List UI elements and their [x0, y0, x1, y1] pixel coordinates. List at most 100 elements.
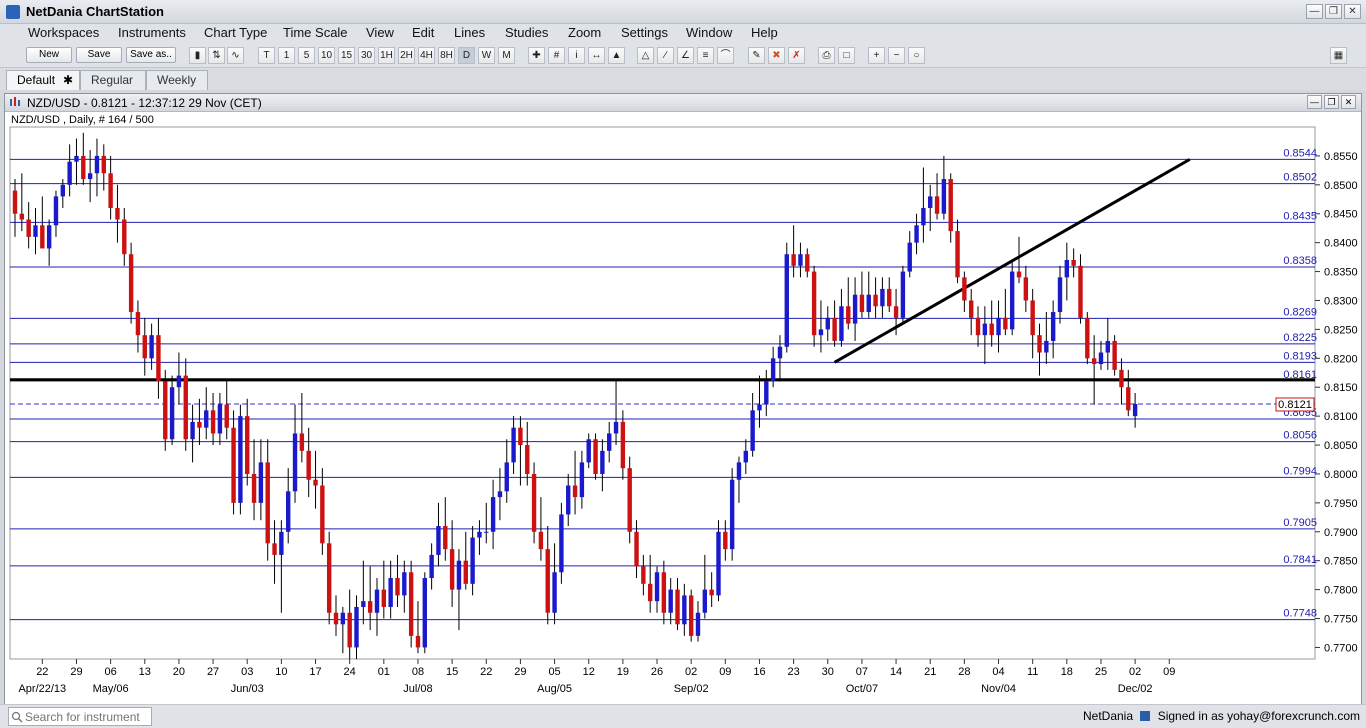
candle-body [716, 531, 721, 596]
timescale-1-button[interactable]: 1 [278, 47, 295, 64]
timescale-10-button[interactable]: 10 [318, 47, 335, 64]
x-month-label: Jun/03 [231, 683, 264, 695]
menu-chart-type[interactable]: Chart Type [204, 25, 267, 40]
menu-lines[interactable]: Lines [454, 25, 485, 40]
new-button[interactable]: New [26, 47, 72, 63]
maximize-icon[interactable]: ❐ [1325, 4, 1342, 19]
candle-body [374, 589, 380, 613]
menu-settings[interactable]: Settings [621, 25, 668, 40]
print-preview-icon[interactable]: □ [838, 47, 855, 64]
menu-window[interactable]: Window [686, 25, 732, 40]
candle-body [579, 462, 585, 498]
candle-body [880, 288, 885, 307]
candle-body [183, 375, 188, 440]
x-tick-label: 29 [70, 666, 82, 678]
tab-close-icon[interactable]: ✱ [63, 71, 73, 89]
bar-chart-icon[interactable]: ⇅ [208, 47, 225, 64]
candle-body [511, 427, 516, 463]
candle-body [559, 514, 564, 573]
arc-icon[interactable]: ⌒ [717, 47, 734, 64]
candle-body [429, 554, 434, 579]
candle-body [1126, 387, 1131, 411]
candle-body [340, 612, 346, 625]
candle-body [224, 404, 229, 428]
candle-body [996, 317, 1001, 336]
candle-body [1044, 340, 1049, 353]
timescale-2h-button[interactable]: 2H [398, 47, 415, 64]
x-tick-label: 20 [173, 666, 185, 678]
timescale-m-button[interactable]: M [498, 47, 515, 64]
price-chart[interactable]: NZD/USD , Daily, # 164 / 500 0.8544 0.8502… [5, 94, 1361, 704]
line-chart-icon[interactable]: ∿ [227, 47, 244, 64]
timescale-tick-button[interactable]: T [258, 47, 275, 64]
menu-instruments[interactable]: Instruments [118, 25, 186, 40]
brand-label: NetDania [1082, 709, 1134, 723]
timescale-1h-button[interactable]: 1H [378, 47, 395, 64]
candle-body [347, 612, 352, 648]
candle-body [388, 578, 393, 607]
print-icon[interactable]: ⎙ [818, 47, 835, 64]
candle-body [361, 601, 366, 607]
candle-body [258, 462, 264, 503]
tab-regular[interactable]: Regular [80, 70, 146, 90]
volume-icon[interactable]: ▲ [608, 47, 625, 64]
y-tick-label: 0.7750 [1324, 614, 1358, 626]
timescale-d-button[interactable]: D [458, 47, 475, 64]
bell-icon[interactable]: △ [637, 47, 654, 64]
zoom-in-icon[interactable]: + [868, 47, 885, 64]
candlestick-chart-icon[interactable]: ▮ [189, 47, 206, 64]
info-icon[interactable]: i [568, 47, 585, 64]
menu-help[interactable]: Help [751, 25, 778, 40]
timescale-8h-button[interactable]: 8H [438, 47, 455, 64]
candle-body [668, 589, 673, 613]
candle-body [12, 190, 18, 214]
search-input[interactable] [25, 709, 149, 724]
crosshair-icon[interactable]: ✚ [528, 47, 545, 64]
menu-studies[interactable]: Studies [505, 25, 548, 40]
timescale-15-button[interactable]: 15 [338, 47, 355, 64]
candle-body [770, 358, 776, 382]
grid-icon[interactable]: # [548, 47, 565, 64]
trendline-icon[interactable]: ∕ [657, 47, 674, 64]
timescale-w-button[interactable]: W [478, 47, 495, 64]
tab-default[interactable]: Default ✱ [6, 70, 80, 90]
zoom-out-icon[interactable]: − [888, 47, 905, 64]
candle-body [791, 254, 796, 266]
delete-lines-icon[interactable]: ✖ [768, 47, 785, 64]
menu-bar: Workspaces Instruments Chart Type Time S… [0, 24, 1366, 44]
pen-icon[interactable]: ✎ [748, 47, 765, 64]
candle-body [210, 410, 216, 434]
menu-view[interactable]: View [366, 25, 394, 40]
tab-regular-label: Regular [91, 73, 134, 87]
y-tick-label: 0.8350 [1324, 267, 1358, 279]
scroll-icon[interactable]: ↔ [588, 47, 605, 64]
menu-edit[interactable]: Edit [412, 25, 434, 40]
x-month-label: Nov/04 [981, 683, 1016, 695]
timescale-5-button[interactable]: 5 [298, 47, 315, 64]
candle-body [477, 531, 482, 538]
panel-toggle-icon[interactable]: ▦ [1330, 47, 1347, 64]
save-as-button[interactable]: Save as.. [126, 47, 176, 63]
zoom-reset-icon[interactable]: ○ [908, 47, 925, 64]
menu-time-scale[interactable]: Time Scale [283, 25, 348, 40]
save-button[interactable]: Save [76, 47, 122, 63]
minimize-icon[interactable]: — [1306, 4, 1323, 19]
fibonacci-icon[interactable]: ≡ [697, 47, 714, 64]
candle-body [272, 543, 277, 555]
y-tick-label: 0.7800 [1324, 585, 1358, 597]
menu-zoom[interactable]: Zoom [568, 25, 601, 40]
tab-weekly[interactable]: Weekly [146, 70, 208, 90]
menu-workspaces[interactable]: Workspaces [28, 25, 99, 40]
current-price-label: 0.8121 [1278, 399, 1312, 411]
x-tick-label: 29 [514, 666, 526, 678]
candle-body [873, 294, 878, 307]
candle-body [545, 549, 550, 613]
instrument-search[interactable] [8, 707, 152, 726]
candle-body [866, 294, 871, 313]
fan-icon[interactable]: ∠ [677, 47, 694, 64]
delete-all-icon[interactable]: ✗ [788, 47, 805, 64]
close-icon[interactable]: ✕ [1344, 4, 1361, 19]
timescale-30-button[interactable]: 30 [358, 47, 375, 64]
candle-body [1023, 277, 1029, 301]
timescale-4h-button[interactable]: 4H [418, 47, 435, 64]
